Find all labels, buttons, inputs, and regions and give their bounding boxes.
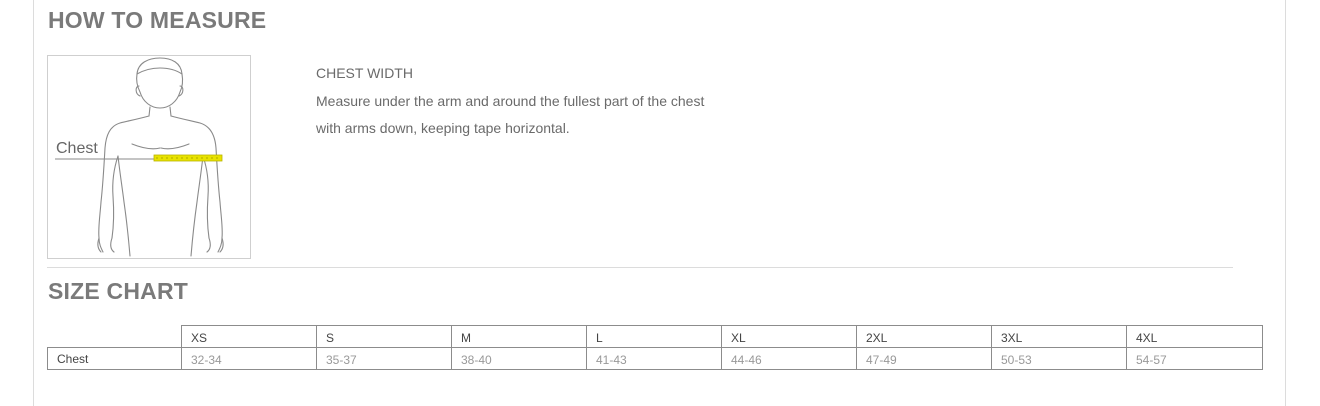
- size-header-cell: 3XL: [991, 325, 1127, 348]
- size-header-cell: XL: [721, 325, 857, 348]
- measurement-cell: 47-49: [856, 347, 992, 370]
- chest-figure-label: Chest: [56, 140, 98, 157]
- measurement-cell: 54-57: [1126, 347, 1263, 370]
- size-header-cell: M: [451, 325, 587, 348]
- size-chart-table: XS S M L XL 2XL 3XL 4XL Chest 32-34 35-3…: [47, 325, 1263, 370]
- body-figure-illustration: Chest: [47, 55, 251, 259]
- header-corner: [47, 325, 182, 348]
- measurement-name: CHEST WIDTH: [316, 65, 413, 81]
- page-right-border: [1285, 0, 1286, 406]
- measurement-cell: 32-34: [181, 347, 317, 370]
- size-header-cell: L: [586, 325, 722, 348]
- size-header-cell: S: [316, 325, 452, 348]
- measurement-cell: 44-46: [721, 347, 857, 370]
- size-header-row: XS S M L XL 2XL 3XL 4XL: [47, 325, 1263, 348]
- measurement-cell: 38-40: [451, 347, 587, 370]
- size-header-cell: 4XL: [1126, 325, 1263, 348]
- page-left-border: [33, 0, 34, 406]
- instruction-line-1: Measure under the arm and around the ful…: [316, 92, 705, 109]
- instruction-line-2: with arms down, keeping tape horizontal.: [316, 120, 570, 136]
- size-header-cell: 2XL: [856, 325, 992, 348]
- row-label-chest: Chest: [47, 347, 182, 370]
- table-row: Chest 32-34 35-37 38-40 41-43 44-46 47-4…: [47, 347, 1263, 370]
- measurement-cell: 35-37: [316, 347, 452, 370]
- size-chart-heading: SIZE CHART: [48, 278, 188, 304]
- body-outline-icon: [55, 57, 224, 257]
- how-to-measure-heading: HOW TO MEASURE: [48, 7, 267, 33]
- measurement-description: CHEST WIDTH Measure under the arm and ar…: [316, 60, 704, 143]
- measurement-cell: 41-43: [586, 347, 722, 370]
- measurement-cell: 50-53: [991, 347, 1127, 370]
- section-divider: [47, 267, 1233, 268]
- size-header-cell: XS: [181, 325, 317, 348]
